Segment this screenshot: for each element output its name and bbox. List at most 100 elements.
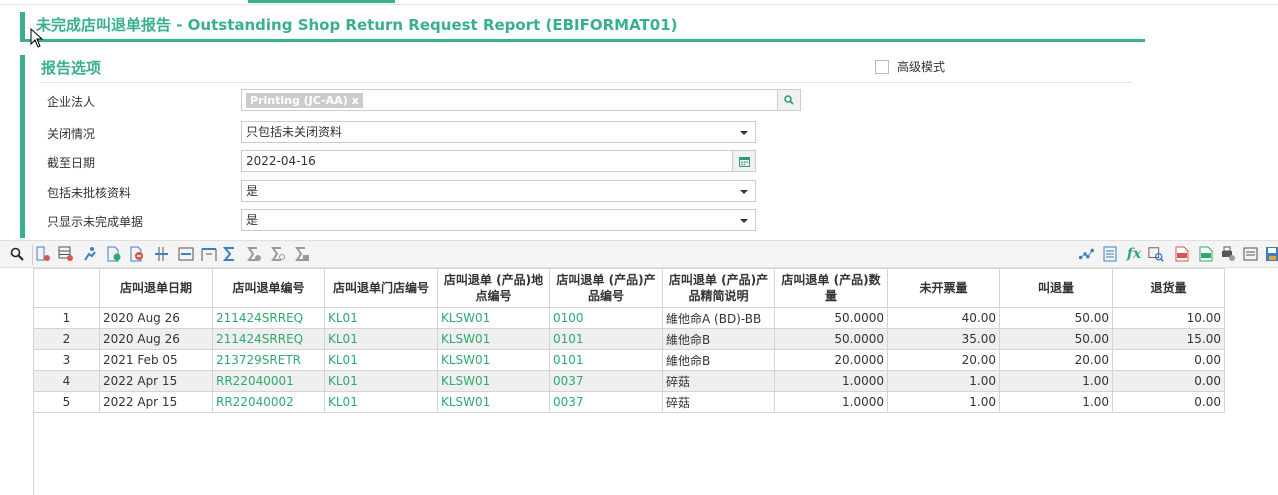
requested-qty-cell: 50.00 [999, 328, 1113, 350]
column-header-returned-qty[interactable]: 退货量 [1112, 268, 1225, 308]
column-header-doc-no[interactable]: 店叫退单编号 [212, 268, 325, 308]
shop-code-link[interactable]: KL01 [324, 349, 438, 371]
location-code-link[interactable]: KLSW01 [437, 391, 550, 413]
column-header-uninvoiced-qty[interactable]: 未开票量 [887, 268, 1000, 308]
find-icon[interactable] [1148, 246, 1164, 262]
outstanding-only-select[interactable]: 是 [241, 209, 756, 231]
product-desc-cell: 維他命B [662, 349, 775, 371]
doc-no-link[interactable]: 213729SRETR [212, 349, 325, 371]
report-grid: 店叫退单日期 店叫退单编号 店叫退单门店编号 店叫退单 (产品)地点编号 店叫退… [33, 268, 1225, 413]
column-header-requested-qty[interactable]: 叫退量 [999, 268, 1113, 308]
doc-no-link[interactable]: RR22040002 [212, 391, 325, 413]
product-code-link[interactable]: 0101 [549, 328, 663, 350]
table-row[interactable]: 2 2020 Aug 26 211424SRREQ KL01 KLSW01 01… [33, 328, 1225, 350]
advanced-mode-label: 高级模式 [897, 60, 946, 74]
save-icon[interactable] [1264, 246, 1278, 262]
sum-icon[interactable] [222, 246, 238, 262]
location-code-link[interactable]: KLSW01 [437, 307, 550, 329]
entity-tag-label: Printing (JC-AA) [250, 94, 348, 107]
advanced-mode-toggle[interactable]: 高级模式 [875, 58, 945, 75]
entity-label: 企业法人 [47, 95, 96, 109]
pdf-icon[interactable] [1174, 246, 1190, 262]
returned-qty-cell: 0.00 [1112, 349, 1225, 371]
column-header-location-code[interactable]: 店叫退单 (产品)地点编号 [437, 268, 550, 308]
outstanding-only-label: 只显示未完成单据 [47, 215, 144, 229]
shop-code-link[interactable]: KL01 [324, 307, 438, 329]
table-row[interactable]: 1 2020 Aug 26 211424SRREQ KL01 KLSW01 01… [33, 307, 1225, 329]
chart-icon[interactable] [1078, 246, 1094, 262]
product-desc-cell: 維他命A (BD)-BB [662, 307, 775, 329]
remove-icon[interactable] [129, 246, 145, 262]
calendar-icon [738, 156, 750, 167]
column-header-row-number[interactable] [33, 268, 100, 308]
xlsx-icon[interactable] [1198, 246, 1214, 262]
column-header-product-code[interactable]: 店叫退单 (产品)产品编号 [549, 268, 663, 308]
tag-remove-icon[interactable]: x [352, 94, 359, 107]
location-code-link[interactable]: KLSW01 [437, 370, 550, 392]
closing-status-select[interactable]: 只包括未关闭资料 [241, 121, 756, 143]
export-add-icon[interactable] [106, 246, 122, 262]
date-cell: 2022 Apr 15 [99, 391, 213, 413]
calendar-button[interactable] [732, 151, 755, 171]
formula-icon[interactable]: fx [1126, 246, 1142, 262]
product-code-link[interactable]: 0037 [549, 391, 663, 413]
print-preview-icon[interactable] [1243, 246, 1259, 262]
table-row[interactable]: 5 2022 Apr 15 RR22040002 KL01 KLSW01 003… [33, 391, 1225, 413]
row-number: 5 [33, 391, 100, 413]
row-number: 3 [33, 349, 100, 371]
fit-columns-icon[interactable] [178, 246, 194, 262]
grid-remove-icon[interactable] [58, 246, 74, 262]
quantity-cell: 1.0000 [774, 391, 888, 413]
run-report-icon[interactable] [82, 246, 98, 262]
product-code-link[interactable]: 0037 [549, 370, 663, 392]
table-row[interactable]: 4 2022 Apr 15 RR22040001 KL01 KLSW01 003… [33, 370, 1225, 392]
search-icon[interactable] [9, 246, 25, 262]
sum-search-icon[interactable] [270, 246, 286, 262]
returned-qty-cell: 15.00 [1112, 328, 1225, 350]
search-button[interactable] [777, 90, 800, 110]
returned-qty-cell: 10.00 [1112, 307, 1225, 329]
column-header-product-desc[interactable]: 店叫退单 (产品)产品精简说明 [662, 268, 775, 308]
quantity-cell: 1.0000 [774, 370, 888, 392]
quantity-cell: 20.0000 [774, 349, 888, 371]
advanced-mode-checkbox[interactable] [875, 59, 889, 74]
freeze-columns-icon[interactable] [154, 246, 170, 262]
layout-icon[interactable] [1103, 246, 1119, 262]
column-settings-icon[interactable] [36, 246, 52, 262]
shop-code-link[interactable]: KL01 [324, 370, 438, 392]
doc-no-link[interactable]: RR22040001 [212, 370, 325, 392]
column-header-date[interactable]: 店叫退单日期 [99, 268, 213, 308]
product-code-link[interactable]: 0101 [549, 349, 663, 371]
doc-no-link[interactable]: 211424SRREQ [212, 307, 325, 329]
location-code-link[interactable]: KLSW01 [437, 349, 550, 371]
table-row[interactable]: 3 2021 Feb 05 213729SRETR KL01 KLSW01 01… [33, 349, 1225, 371]
row-number: 1 [33, 307, 100, 329]
row-number: 2 [33, 328, 100, 350]
shop-code-link[interactable]: KL01 [324, 391, 438, 413]
shop-code-link[interactable]: KL01 [324, 328, 438, 350]
grid-toolbar: fx [0, 240, 1278, 268]
date-cell: 2022 Apr 15 [99, 370, 213, 392]
include-unapproved-select[interactable]: 是 [241, 180, 756, 202]
uninvoiced-qty-cell: 40.00 [887, 307, 1000, 329]
doc-no-link[interactable]: 211424SRREQ [212, 328, 325, 350]
uninvoiced-qty-cell: 20.00 [887, 349, 1000, 371]
section-divider [39, 82, 1133, 83]
column-header-shop-code[interactable]: 店叫退单门店编号 [324, 268, 438, 308]
section-title: 报告选项 [41, 59, 102, 77]
include-unapproved-label: 包括未批核资料 [47, 186, 132, 200]
product-code-link[interactable]: 0100 [549, 307, 663, 329]
expand-columns-icon[interactable] [201, 246, 217, 262]
requested-qty-cell: 20.00 [999, 349, 1113, 371]
product-desc-cell: 維他命B [662, 328, 775, 350]
returned-qty-cell: 0.00 [1112, 391, 1225, 413]
entity-field[interactable]: Printing (JC-AA) x [241, 89, 801, 111]
column-header-quantity[interactable]: 店叫退单 (产品)数量 [774, 268, 888, 308]
sum-remove-icon[interactable] [246, 246, 262, 262]
sum-clear-icon[interactable] [294, 246, 310, 262]
toolbar-separator [32, 245, 33, 265]
as-of-date-input[interactable]: 2022-04-16 [241, 150, 756, 172]
print-settings-icon[interactable] [1220, 246, 1236, 262]
location-code-link[interactable]: KLSW01 [437, 328, 550, 350]
active-tab-indicator [248, 0, 395, 3]
